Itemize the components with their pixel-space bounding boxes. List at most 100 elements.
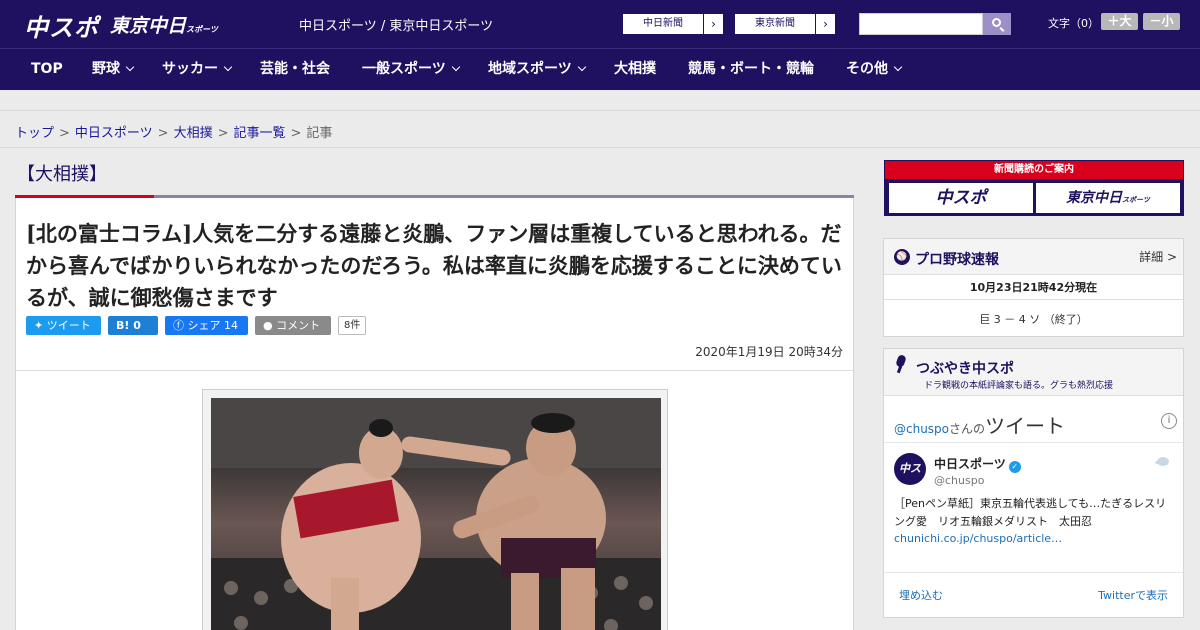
facebook-share-button[interactable]: ⓕ シェア 14 (165, 316, 248, 335)
font-larger-button[interactable]: ＋大 (1101, 13, 1138, 30)
subscribe-tokyo-label: 東京中日 (1066, 190, 1123, 206)
nav-soccer[interactable]: サッカー (162, 49, 233, 91)
site-title[interactable]: 中日スポーツ / 東京中日スポーツ (299, 15, 493, 34)
facebook-icon: ⓕ (173, 319, 184, 332)
twitter-widget-subtitle: ドラ観戦の本紙評論家も語る。グラも熱烈応援 (924, 381, 1114, 391)
logo-tokyo-chunichi[interactable]: 東京中日スポーツ (110, 11, 218, 41)
nav-local-sports[interactable]: 地域スポーツ (488, 49, 586, 91)
nav-top-label: TOP (31, 61, 63, 77)
comment-bubble-icon: ● (263, 319, 273, 332)
nav-soccer-label: サッカー (162, 61, 218, 77)
hatena-bookmark-count: 0 (133, 319, 141, 332)
view-on-twitter-link[interactable]: Twitterで表示 (1098, 587, 1168, 603)
nav-sumo-label: 大相撲 (614, 61, 656, 77)
breadcrumb-article-list[interactable]: 記事一覧 (234, 126, 286, 141)
facebook-share-count: 14 (224, 319, 238, 332)
chevron-down-icon (451, 62, 460, 72)
logo-tokyo-small: スポーツ (186, 25, 218, 34)
chevron-down-icon (223, 62, 233, 72)
nav-baseball[interactable]: 野球 (92, 49, 135, 91)
article-category: 【大相撲】 (17, 164, 107, 185)
breadcrumb: トップ > 中日スポーツ > 大相撲 > 記事一覧 > 記事 (15, 122, 332, 141)
subscribe-chuspo-button[interactable]: 中スポ (889, 183, 1033, 213)
timeline-divider (884, 442, 1183, 443)
breadcrumb-current: 記事 (306, 126, 333, 141)
breadcrumb-sumo[interactable]: 大相撲 (174, 126, 213, 141)
twitter-bird-icon: ✦ (34, 319, 44, 332)
chevron-down-icon (577, 62, 586, 72)
comment-count[interactable]: 8件 (338, 316, 367, 335)
comment-label: コメント (276, 319, 321, 332)
nav-local-sports-label: 地域スポーツ (488, 61, 572, 77)
tweet-account-handle[interactable]: @chuspo (934, 474, 984, 487)
search-icon (992, 18, 1001, 27)
nav-entertainment[interactable]: 芸能・社会 (260, 49, 330, 91)
chevron-right-icon: › (703, 14, 723, 34)
chunichi-shimbun-link[interactable]: 中日新聞 › (622, 13, 724, 35)
sumo-bout-illustration (211, 398, 661, 630)
font-smaller-button[interactable]: －小 (1143, 13, 1180, 30)
twitter-widget-header: つぶやき中スポ ドラ観戦の本紙評論家も語る。グラも熱烈応援 (884, 349, 1183, 396)
logo-tokyo-text: 東京中日 (110, 15, 187, 37)
main-nav: TOP 野球 サッカー 芸能・社会 一般スポーツ 地域スポーツ 大相撲 競馬・ボ… (0, 48, 1200, 90)
nav-sumo[interactable]: 大相撲 (614, 49, 656, 91)
hatena-bookmark-button[interactable]: B! 0 (108, 316, 158, 335)
chunichi-shimbun-label: 中日新聞 (643, 18, 683, 29)
subscribe-tokyo-small: スポーツ (1122, 196, 1150, 204)
chevron-down-icon (893, 62, 903, 72)
tweet-text: ［Penペン草紙］東京五輪代表逃しても…たぎるレスリング愛 リオ五輪銀メダリスト… (894, 497, 1167, 528)
nav-racing[interactable]: 競馬・ボート・競輪 (688, 49, 814, 91)
avatar[interactable]: 中ス (894, 453, 926, 485)
search-input[interactable] (859, 13, 983, 35)
article-divider (16, 370, 853, 371)
tweet-account-name[interactable]: 中日スポーツ ✓ (934, 455, 1021, 473)
breadcrumb-bar: トップ > 中日スポーツ > 大相撲 > 記事一覧 > 記事 (0, 110, 1200, 148)
baseball-scores-widget: ⚾ プロ野球速報 詳細 > 10月23日21時42分現在 巨 3 － 4 ソ （… (883, 238, 1184, 337)
twitter-bird-icon[interactable] (1155, 455, 1171, 468)
subscribe-tokyo-chunichi-button[interactable]: 東京中日スポーツ (1036, 183, 1180, 213)
article-date: 2020年1月19日 20時34分 (695, 345, 843, 359)
facebook-share-label: シェア (187, 319, 221, 332)
breadcrumb-chunichi-sports[interactable]: 中日スポーツ (75, 126, 153, 141)
nav-racing-label: 競馬・ボート・競輪 (688, 61, 814, 77)
breadcrumb-separator: > (290, 126, 302, 141)
info-icon[interactable]: i (1161, 413, 1177, 429)
twitter-timeline-widget: つぶやき中スポ ドラ観戦の本紙評論家も語る。グラも熱烈応援 @chuspoさんの… (883, 348, 1184, 618)
comment-button[interactable]: ● コメント (255, 316, 331, 335)
breadcrumb-separator: > (157, 126, 169, 141)
tweet-link[interactable]: chunichi.co.jp/chuspo/article… (894, 532, 1062, 545)
embed-link[interactable]: 埋め込む (899, 587, 943, 603)
search-button[interactable] (983, 13, 1011, 35)
hatena-bookmark-icon: B! (116, 319, 130, 332)
twitter-widget-title: つぶやき中スポ (916, 361, 1014, 377)
breadcrumb-top[interactable]: トップ (15, 126, 54, 141)
tokyo-shimbun-link[interactable]: 東京新聞 › (734, 13, 836, 35)
verified-badge-icon: ✓ (1008, 461, 1021, 473)
tweet-share-button[interactable]: ✦ ツイート (26, 316, 101, 335)
nav-general-sports-label: 一般スポーツ (362, 61, 446, 77)
tweet-share-label: ツイート (46, 319, 91, 332)
subscription-banner-title: 新聞購読のご案内 (885, 161, 1183, 179)
timeline-handle-link[interactable]: @chuspo (894, 422, 949, 436)
timeline-heading: @chuspoさんのツイート (894, 410, 1065, 439)
baseball-update-time: 10月23日21時42分現在 (969, 281, 1098, 294)
logo-chuspo[interactable]: 中スポ (24, 8, 99, 42)
tokyo-shimbun-label: 東京新聞 (755, 18, 795, 29)
subscription-banner[interactable]: 新聞購読のご案内 中スポ 東京中日スポーツ (884, 160, 1184, 216)
article-photo[interactable] (211, 398, 661, 630)
baseball-detail-link[interactable]: 詳細 > (1139, 248, 1177, 265)
breadcrumb-separator: > (59, 126, 70, 141)
chevron-right-icon: › (815, 14, 835, 34)
tweet-account-name-text: 中日スポーツ (934, 457, 1006, 471)
nav-general-sports[interactable]: 一般スポーツ (362, 49, 460, 91)
font-size-label: 文字（0） (1048, 17, 1099, 30)
timeline-heading-label: ツイート (985, 414, 1066, 438)
nav-top[interactable]: TOP (31, 49, 63, 91)
nav-others[interactable]: その他 (846, 49, 903, 91)
timeline-footer-divider (884, 572, 1183, 573)
breadcrumb-separator: > (217, 126, 229, 141)
microphone-icon (894, 355, 908, 373)
nav-others-label: その他 (846, 61, 888, 77)
baseball-game-score[interactable]: 巨 3 － 4 ソ （終了） (884, 311, 1183, 327)
article-photo-frame (202, 389, 668, 630)
